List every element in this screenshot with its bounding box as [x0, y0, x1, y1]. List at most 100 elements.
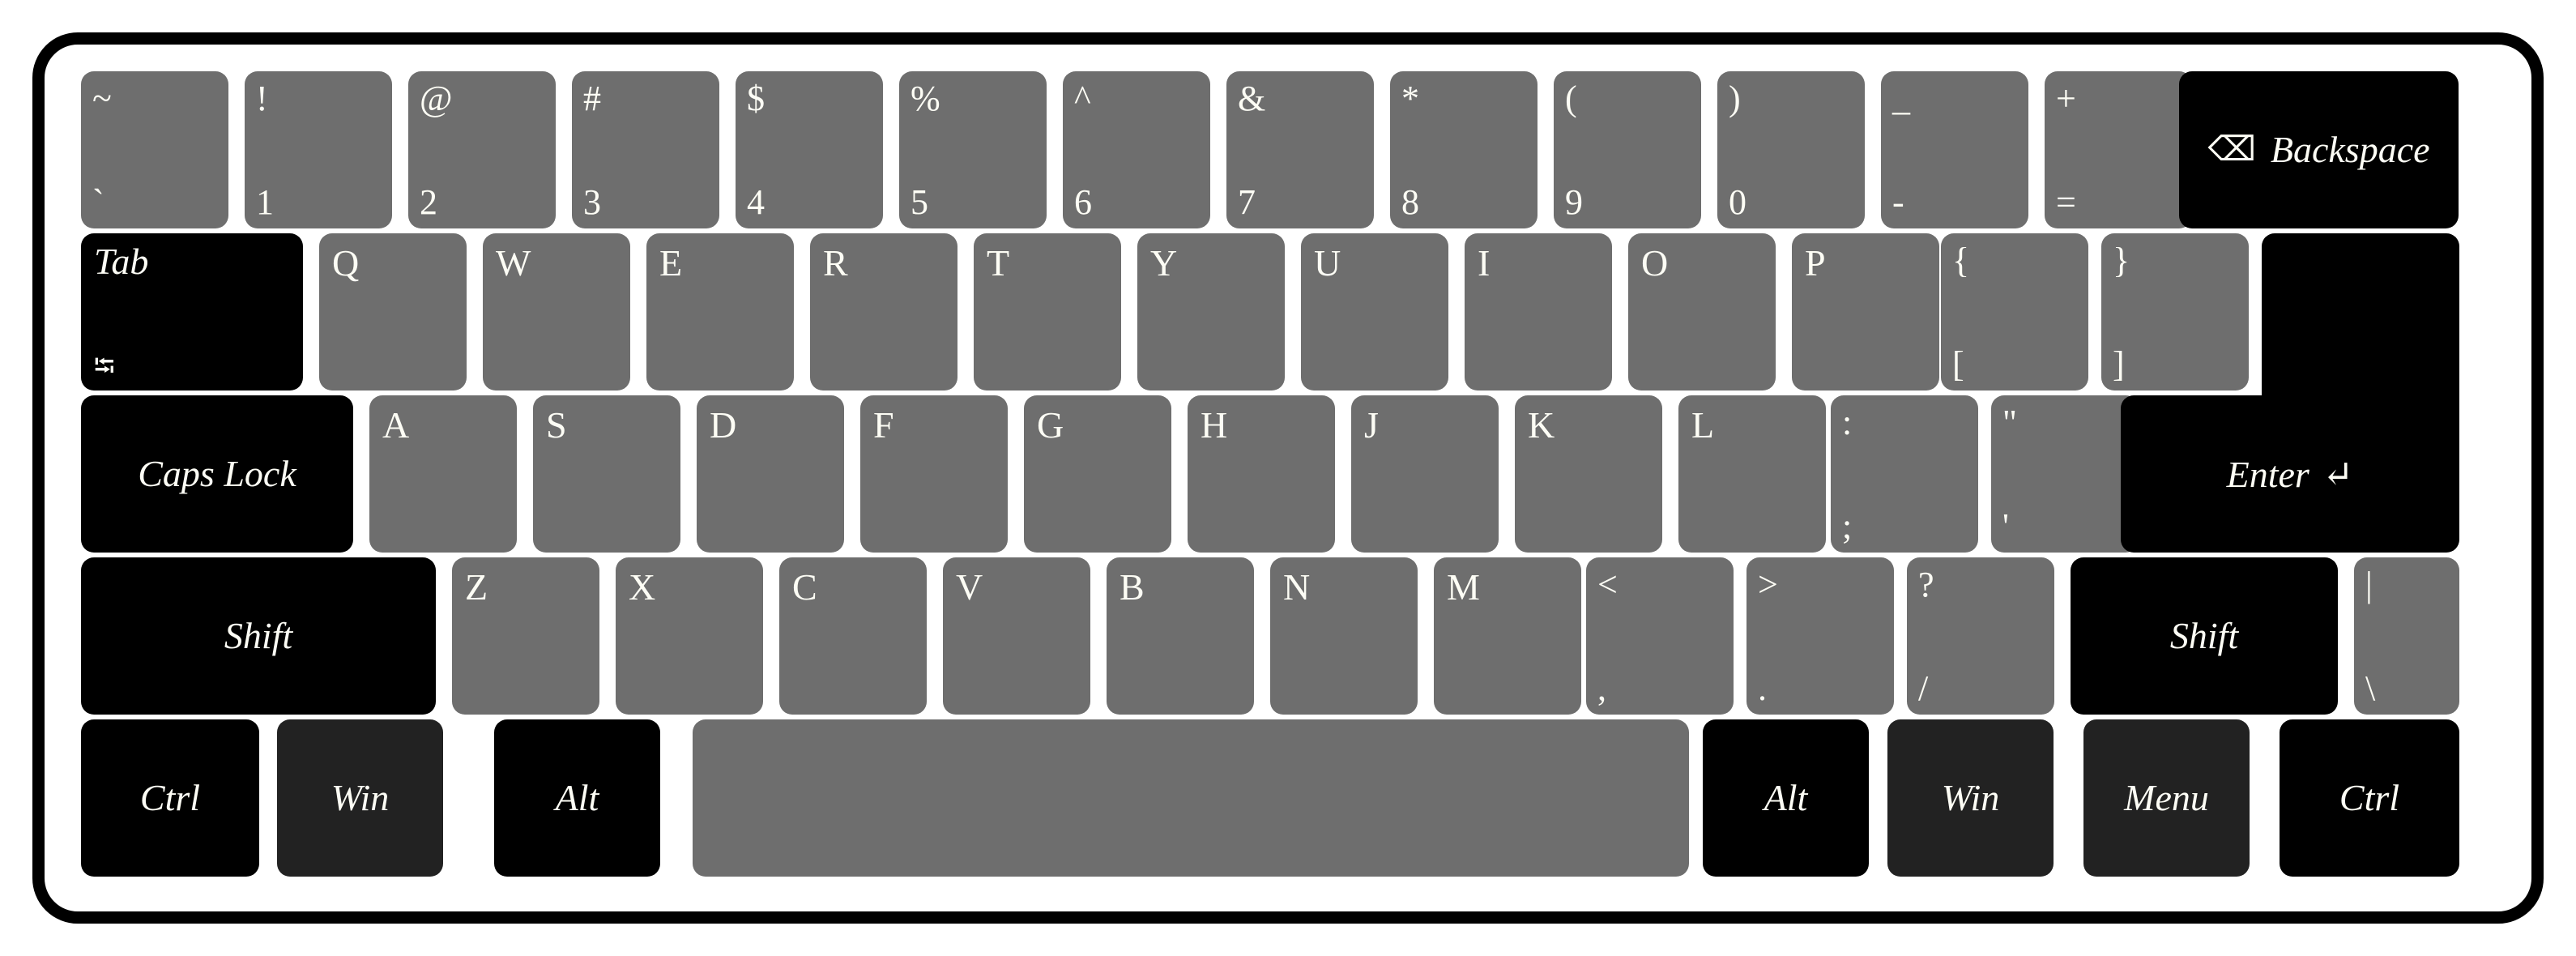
- key-bracketleft[interactable]: {[: [1941, 233, 2088, 391]
- key-altleft[interactable]: Alt: [494, 719, 660, 877]
- key-legends: :;: [1842, 405, 1972, 544]
- modifier-label-text: Ctrl: [2339, 777, 2400, 818]
- key-legends: <,: [1597, 567, 1727, 706]
- key-keyl[interactable]: L: [1678, 395, 1826, 553]
- key-quote[interactable]: " ': [1991, 395, 2139, 553]
- key-digit4[interactable]: $4: [736, 71, 883, 228]
- key-shiftright[interactable]: Shift: [2071, 557, 2338, 715]
- key-winright[interactable]: Win: [1887, 719, 2054, 877]
- key-keya[interactable]: A: [369, 395, 517, 553]
- key-digit6[interactable]: ^ 6: [1063, 71, 1210, 228]
- key-altright[interactable]: Alt: [1703, 719, 1869, 877]
- base-legend: 8: [1401, 182, 1419, 222]
- key-keyd[interactable]: D: [697, 395, 844, 553]
- key-backslash[interactable]: | \: [2354, 557, 2459, 715]
- key-slash[interactable]: ? /: [1907, 557, 2054, 715]
- key-semicolon[interactable]: :;: [1831, 395, 1978, 553]
- key-legends: #3: [583, 81, 713, 220]
- key-keyz[interactable]: Z: [452, 557, 599, 715]
- key-keyg[interactable]: G: [1024, 395, 1171, 553]
- base-legend: 4: [747, 182, 765, 222]
- base-legend: S: [546, 404, 567, 446]
- key-keyq[interactable]: Q: [319, 233, 467, 391]
- base-legend: P: [1805, 242, 1826, 284]
- key-keyw[interactable]: W: [483, 233, 630, 391]
- modifier-label: Caps Lock: [81, 395, 353, 553]
- key-digit1[interactable]: ! 1: [245, 71, 392, 228]
- key-digit3[interactable]: #3: [572, 71, 719, 228]
- key-legends: @2: [420, 81, 549, 220]
- key-keye[interactable]: E: [646, 233, 794, 391]
- base-legend: 7: [1238, 182, 1256, 222]
- key-keys[interactable]: S: [533, 395, 680, 553]
- tab-arrows-icon: ⭾: [94, 352, 115, 382]
- key-digit0[interactable]: ) 0: [1717, 71, 1865, 228]
- key-comma[interactable]: <,: [1586, 557, 1734, 715]
- enter-upper-segment[interactable]: [2262, 233, 2459, 395]
- shifted-legend: *: [1401, 79, 1419, 118]
- key-legends: * 8: [1401, 81, 1531, 220]
- key-keyb[interactable]: B: [1107, 557, 1254, 715]
- key-ctrlright[interactable]: Ctrl: [2280, 719, 2459, 877]
- key-keyf[interactable]: F: [860, 395, 1008, 553]
- key-legends: >.: [1758, 567, 1887, 706]
- keyboard-root: ~ `! 1 @2 #3 $4% 5 ^ 6 & 7 * 8(9) 0 _ - + = ⌫ Backspace Tab ⭾…: [0, 0, 2576, 956]
- key-space[interactable]: [693, 719, 1689, 877]
- modifier-label: ⌫ Backspace: [2179, 71, 2459, 228]
- base-legend: 6: [1074, 182, 1092, 222]
- key-legends: & 7: [1238, 81, 1367, 220]
- key-digit7[interactable]: & 7: [1226, 71, 1374, 228]
- key-ctrlleft[interactable]: Ctrl: [81, 719, 259, 877]
- key-minus[interactable]: _ -: [1881, 71, 2028, 228]
- key-keyk[interactable]: K: [1515, 395, 1662, 553]
- key-winleft[interactable]: Win: [277, 719, 443, 877]
- key-equal[interactable]: + =: [2045, 71, 2192, 228]
- key-keyx[interactable]: X: [616, 557, 763, 715]
- key-digit5[interactable]: % 5: [899, 71, 1047, 228]
- modifier-label-text: Shift: [2169, 615, 2239, 656]
- key-shiftleft[interactable]: Shift: [81, 557, 436, 715]
- key-keyi[interactable]: I: [1465, 233, 1612, 391]
- base-legend: Y: [1150, 242, 1178, 284]
- return-arrow-icon: ↵: [2322, 454, 2354, 495]
- key-keyc[interactable]: C: [779, 557, 927, 715]
- base-legend: ;: [1842, 506, 1853, 546]
- key-digit8[interactable]: * 8: [1390, 71, 1537, 228]
- key-legends: {[: [1952, 243, 2082, 382]
- modifier-label-text: Caps Lock: [138, 453, 296, 494]
- key-keyy[interactable]: Y: [1137, 233, 1285, 391]
- modifier-label: Shift: [2071, 557, 2338, 715]
- key-menu[interactable]: Menu: [2083, 719, 2250, 877]
- base-legend: E: [659, 242, 683, 284]
- shifted-legend: $: [747, 79, 765, 118]
- key-keyr[interactable]: R: [810, 233, 957, 391]
- modifier-label-text: Win: [1941, 777, 2000, 818]
- key-keyn[interactable]: N: [1270, 557, 1418, 715]
- key-keyt[interactable]: T: [974, 233, 1121, 391]
- key-period[interactable]: >.: [1746, 557, 1894, 715]
- base-legend: 2: [420, 182, 437, 222]
- base-legend: J: [1364, 404, 1379, 446]
- shifted-legend: :: [1842, 403, 1853, 442]
- key-digit9[interactable]: (9: [1554, 71, 1701, 228]
- key-legends: ~ `: [92, 81, 222, 220]
- modifier-label: Menu: [2083, 719, 2250, 877]
- key-tab[interactable]: Tab ⭾: [81, 233, 303, 391]
- key-backquote[interactable]: ~ `: [81, 71, 228, 228]
- key-keyv[interactable]: V: [943, 557, 1090, 715]
- modifier-label: Alt: [494, 719, 660, 877]
- key-legends: $4: [747, 81, 876, 220]
- key-bracketright[interactable]: }]: [2101, 233, 2249, 391]
- key-capslock[interactable]: Caps Lock: [81, 395, 353, 553]
- base-legend: Z: [465, 566, 488, 608]
- enter-label: Enter ↵: [2121, 395, 2459, 553]
- key-keym[interactable]: M: [1434, 557, 1581, 715]
- key-backspace[interactable]: ⌫ Backspace: [2179, 71, 2459, 228]
- key-keyu[interactable]: U: [1301, 233, 1448, 391]
- key-legends: ? /: [1918, 567, 2048, 706]
- key-digit2[interactable]: @2: [408, 71, 556, 228]
- key-keyj[interactable]: J: [1351, 395, 1499, 553]
- key-keyo[interactable]: O: [1628, 233, 1776, 391]
- key-keyh[interactable]: H: [1188, 395, 1335, 553]
- key-keyp[interactable]: P: [1792, 233, 1939, 391]
